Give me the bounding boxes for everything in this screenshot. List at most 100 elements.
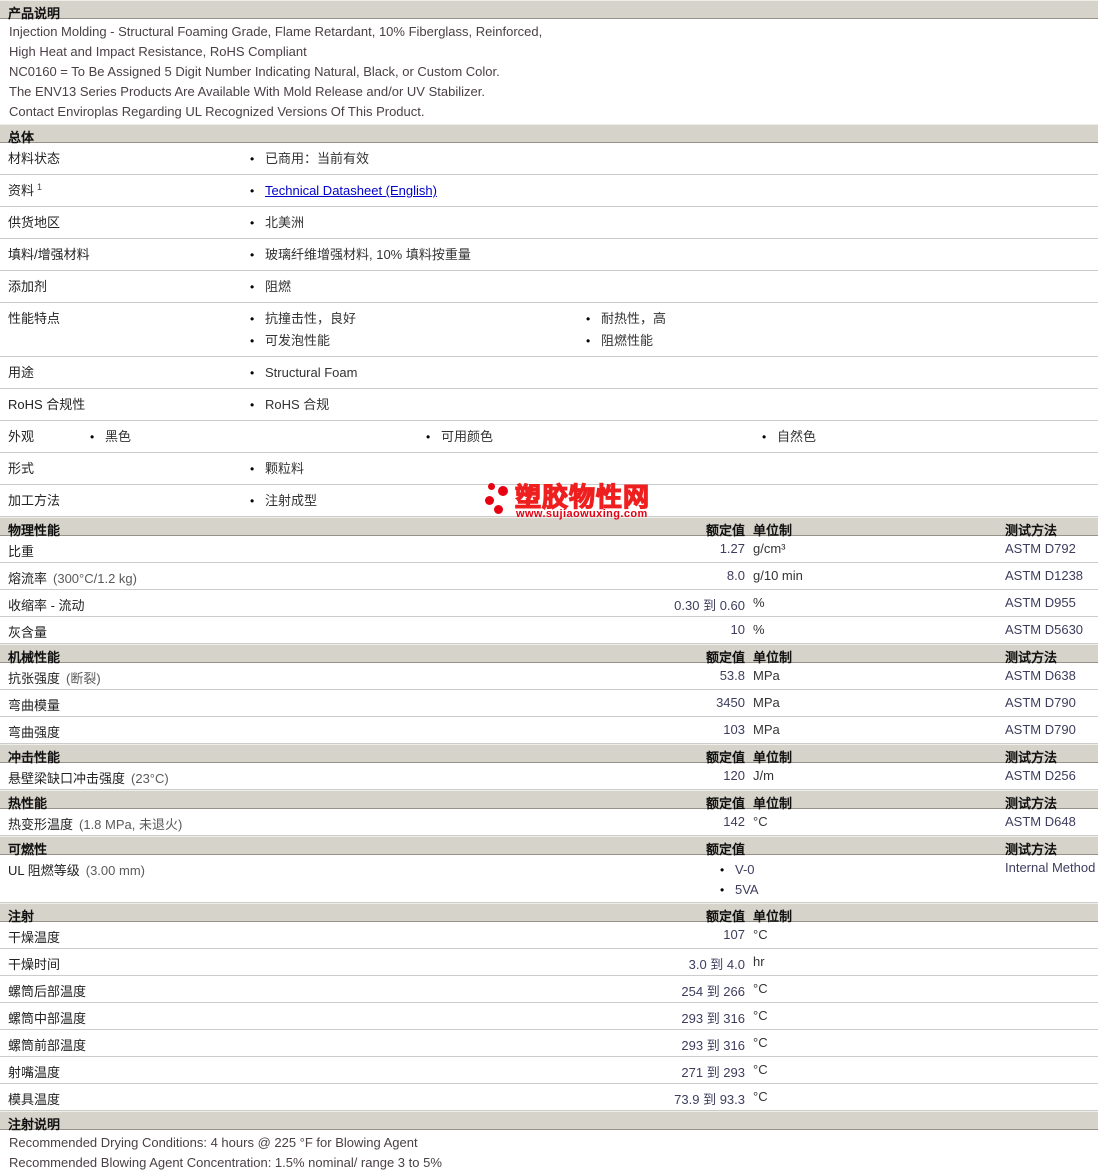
bullet-item-label: 自然色	[777, 429, 817, 444]
row-label: 材料状态	[8, 151, 61, 166]
bullet-item: • 颗粒料	[250, 458, 586, 480]
datasheet-page: 产品说明 Injection Molding - Structural Foam…	[0, 0, 1098, 1175]
test-method: ASTM D5630	[1005, 622, 1084, 637]
bullet-icon: •	[250, 216, 255, 230]
value-column: • 注射成型	[250, 490, 586, 512]
row-label: UL 阻燃等级 (3.00 mm)	[0, 860, 625, 900]
row-label: RoHS 合规性	[8, 397, 86, 412]
property-row: UL 阻燃等级 (3.00 mm) • V-0 • 5VA Internal Method	[0, 855, 1098, 903]
value-column: • 抗撞击性，良好 • 可发泡性能	[250, 308, 586, 352]
unit-value: MPa	[753, 695, 780, 710]
rating-value: 8.0	[726, 568, 745, 583]
test-condition: (3.00 mm)	[85, 863, 145, 878]
unit-value: g/cm³	[753, 541, 786, 556]
unit-value: °C	[753, 1089, 768, 1104]
footnote-marker: 1	[37, 181, 43, 192]
row-values: • Structural Foam	[250, 357, 1098, 388]
value-column: • 黑色	[90, 426, 426, 448]
injection-note-line: Recommended Drying Conditions: 4 hours @…	[9, 1135, 418, 1150]
property-name: 螺筒中部温度	[8, 1011, 87, 1026]
row-label: 模具温度	[0, 1089, 625, 1108]
section-header-thermal: 热性能 额定值 单位制 测试方法	[0, 790, 1098, 811]
rating-column-header: 额定值	[705, 909, 745, 924]
row-label: 形式	[8, 461, 35, 476]
test-method: ASTM D790	[1005, 695, 1076, 710]
section-header-impact: 冲击性能 额定值 单位制 测试方法	[0, 744, 1098, 765]
bullet-item: • 黑色	[90, 426, 426, 448]
method-column-header: 测试方法	[1005, 750, 1058, 765]
property-name: 收缩率 - 流动	[8, 598, 85, 613]
rating-value: 5VA	[735, 882, 759, 897]
bullet-item: • RoHS 合规	[250, 394, 586, 416]
rating-column-header: 额定值	[705, 650, 745, 665]
test-method	[995, 1008, 1098, 1027]
property-row: 抗张强度 (断裂) 53.8 MPa ASTM D638	[0, 663, 1098, 690]
row-label: 比重	[0, 541, 625, 560]
unit-value: °C	[753, 1008, 768, 1023]
value-column: • RoHS 合规	[250, 394, 586, 416]
bullet-item-label: 已商用：当前有效	[265, 151, 370, 166]
rating-value: 3450	[716, 695, 745, 710]
general-row: 材料状态 • 已商用：当前有效	[0, 143, 1098, 175]
method-column-header: 测试方法	[1005, 523, 1058, 538]
rating-value: 0.30 到 0.60	[674, 598, 745, 613]
general-row: 填料/增强材料 • 玻璃纤维增强材料, 10% 填料按重量	[0, 239, 1098, 271]
property-name: 熔流率	[8, 571, 48, 586]
property-row: 热变形温度 (1.8 MPa, 未退火) 142 °C ASTM D648	[0, 809, 1098, 836]
value-column: • Technical Datasheet (English)	[250, 180, 586, 202]
section-title: 物理性能	[8, 523, 61, 538]
test-condition: (断裂)	[66, 671, 101, 686]
general-row: 形式 • 颗粒料	[0, 453, 1098, 485]
datasheet-link[interactable]: Technical Datasheet (English)	[265, 183, 437, 198]
row-values: • Technical Datasheet (English)	[250, 175, 1098, 206]
unit-value: °C	[753, 927, 768, 942]
test-method	[995, 1089, 1098, 1108]
property-name: 热变形温度	[8, 817, 74, 832]
bullet-item: • 可用颜色	[426, 426, 762, 448]
general-row: 加工方法 • 注射成型	[0, 485, 1098, 517]
general-row: 添加剂 • 阻燃	[0, 271, 1098, 303]
property-name: 弯曲模量	[8, 698, 61, 713]
injection-notes-block: Recommended Drying Conditions: 4 hours @…	[0, 1130, 1098, 1175]
unit-column-header: 单位制	[753, 523, 793, 538]
value-column: • 颗粒料	[250, 458, 586, 480]
test-method	[995, 1062, 1098, 1081]
product-note-line: The ENV13 Series Products Are Available …	[9, 84, 485, 99]
bullet-item-label: Structural Foam	[265, 365, 358, 380]
value-column: • 可用颜色	[426, 426, 762, 448]
row-label: 性能特点	[8, 311, 61, 326]
property-row: 干燥温度 107 °C	[0, 922, 1098, 949]
row-label: 加工方法	[8, 493, 61, 508]
unit-value: °C	[753, 981, 768, 996]
property-row: 螺筒前部温度 293 到 316 °C	[0, 1030, 1098, 1057]
row-label: 灰含量	[0, 622, 625, 641]
property-row: 悬壁梁缺口冲击强度 (23°C) 120 J/m ASTM D256	[0, 763, 1098, 790]
general-row: 用途 • Structural Foam	[0, 357, 1098, 389]
rating-column-header: 额定值	[705, 796, 745, 811]
row-label: 螺筒前部温度	[0, 1035, 625, 1054]
row-label: 外观	[8, 429, 35, 444]
general-table: 材料状态 • 已商用：当前有效 资料 1 • Technical Datasheet (En…	[0, 143, 1098, 517]
rating-value: 142	[723, 814, 745, 829]
bullet-item-label: 玻璃纤维增强材料, 10% 填料按重量	[265, 247, 471, 262]
unit-value: J/m	[753, 768, 774, 783]
unit-value: MPa	[753, 722, 780, 737]
injection-note-line: Recommended Blowing Agent Concentration:…	[9, 1155, 442, 1170]
bullet-icon: •	[762, 430, 767, 444]
method-column-header	[995, 906, 1098, 921]
row-label: 弯曲模量	[0, 695, 625, 714]
general-row: RoHS 合规性 • RoHS 合规	[0, 389, 1098, 421]
row-values: • 玻璃纤维增强材料, 10% 填料按重量	[250, 239, 1098, 270]
section-header-injection-notes: 注射说明	[0, 1111, 1098, 1132]
property-row: 模具温度 73.9 到 93.3 °C	[0, 1084, 1098, 1111]
row-label: 螺筒中部温度	[0, 1008, 625, 1027]
rating-value: 293 到 316	[681, 1038, 745, 1053]
bullet-icon: •	[250, 366, 255, 380]
bullet-icon: •	[426, 430, 431, 444]
row-values: • 注射成型	[250, 485, 1098, 516]
bullet-item-label: 可用颜色	[441, 429, 494, 444]
bullet-item: • 注射成型	[250, 490, 586, 512]
general-row: 外观 • 黑色 • 可用颜色 • 自然色	[0, 421, 1098, 453]
row-label: 供货地区	[8, 215, 61, 230]
rating-value: 254 到 266	[681, 984, 745, 999]
